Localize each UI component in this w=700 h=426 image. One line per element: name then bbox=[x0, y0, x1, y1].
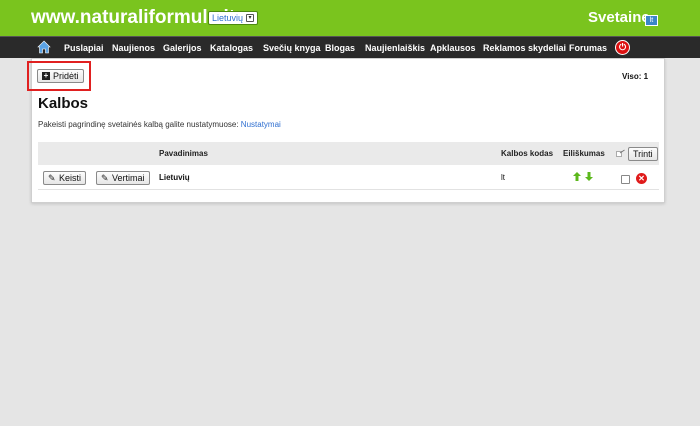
nav-item-forumas[interactable]: Forumas bbox=[569, 37, 607, 59]
nav-item-naujienos[interactable]: Naujienos bbox=[112, 37, 155, 59]
top-header: www.naturaliformule.lt Lietuvių ▾ Svetai… bbox=[0, 0, 700, 36]
brand-logo: Svetaine bbox=[588, 9, 650, 26]
home-icon[interactable] bbox=[37, 40, 51, 54]
settings-hint: Pakeisti pagrindinę svetainės kalbą gali… bbox=[38, 120, 281, 129]
site-title[interactable]: www.naturaliformule.lt bbox=[31, 7, 235, 29]
nav-item-reklamos-skydeliai[interactable]: Reklamos skydeliai bbox=[483, 37, 566, 59]
edit-button[interactable]: ✎ Keisti bbox=[43, 171, 87, 185]
nav-item-puslapiai[interactable]: Puslapiai bbox=[64, 37, 104, 59]
column-header-name[interactable]: Pavadinimas bbox=[159, 142, 208, 165]
row-select-checkbox[interactable] bbox=[621, 175, 630, 184]
add-button-label: Pridėti bbox=[53, 71, 79, 81]
edit-button-label: Keisti bbox=[59, 173, 82, 183]
total-count: Viso: 1 bbox=[622, 72, 649, 81]
select-all-icon[interactable] bbox=[616, 149, 625, 158]
add-button[interactable]: + Pridėti bbox=[37, 69, 84, 83]
page-title: Kalbos bbox=[38, 95, 89, 112]
main-nav: Puslapiai Naujienos Galerijos Katalogas … bbox=[0, 36, 700, 58]
plus-icon: + bbox=[42, 71, 50, 80]
move-up-icon[interactable] bbox=[573, 172, 581, 181]
move-down-icon[interactable] bbox=[585, 172, 593, 181]
nav-item-katalogas[interactable]: Katalogas bbox=[210, 37, 253, 59]
column-header-code[interactable]: Kalbos kodas bbox=[501, 142, 553, 165]
nav-item-galerijos[interactable]: Galerijos bbox=[163, 37, 202, 59]
settings-link[interactable]: Nustatymai bbox=[241, 120, 281, 129]
nav-item-blogas[interactable]: Blogas bbox=[325, 37, 355, 59]
row-code: lt bbox=[501, 173, 505, 182]
language-select[interactable]: Lietuvių ▾ bbox=[208, 11, 259, 25]
table-header: Pavadinimas Kalbos kodas Eiliškumas bbox=[38, 142, 659, 165]
delete-selected-button[interactable]: Trinti bbox=[628, 147, 658, 161]
column-header-order[interactable]: Eiliškumas bbox=[563, 142, 605, 165]
row-name: Lietuvių bbox=[159, 173, 190, 182]
nav-item-naujienlaiskis[interactable]: Naujienlaiškis bbox=[365, 37, 425, 59]
settings-hint-text: Pakeisti pagrindinę svetainės kalbą gali… bbox=[38, 120, 241, 129]
nav-item-apklausos[interactable]: Apklausos bbox=[430, 37, 476, 59]
brand-flag-icon: lt bbox=[645, 15, 658, 26]
pencil-icon: ✎ bbox=[48, 173, 56, 183]
translations-button-label: Vertimai bbox=[112, 173, 145, 183]
delete-selected-label: Trinti bbox=[633, 149, 653, 159]
language-select-value: Lietuvių bbox=[212, 13, 244, 23]
nav-item-sveciu-knyga[interactable]: Svečių knyga bbox=[263, 37, 321, 59]
power-icon[interactable]: ⏻ bbox=[615, 40, 630, 55]
pencil-icon: ✎ bbox=[101, 173, 109, 183]
translations-button[interactable]: ✎ Vertimai bbox=[96, 171, 150, 185]
chevron-down-icon: ▾ bbox=[246, 14, 255, 22]
delete-icon[interactable]: ✕ bbox=[636, 173, 647, 184]
